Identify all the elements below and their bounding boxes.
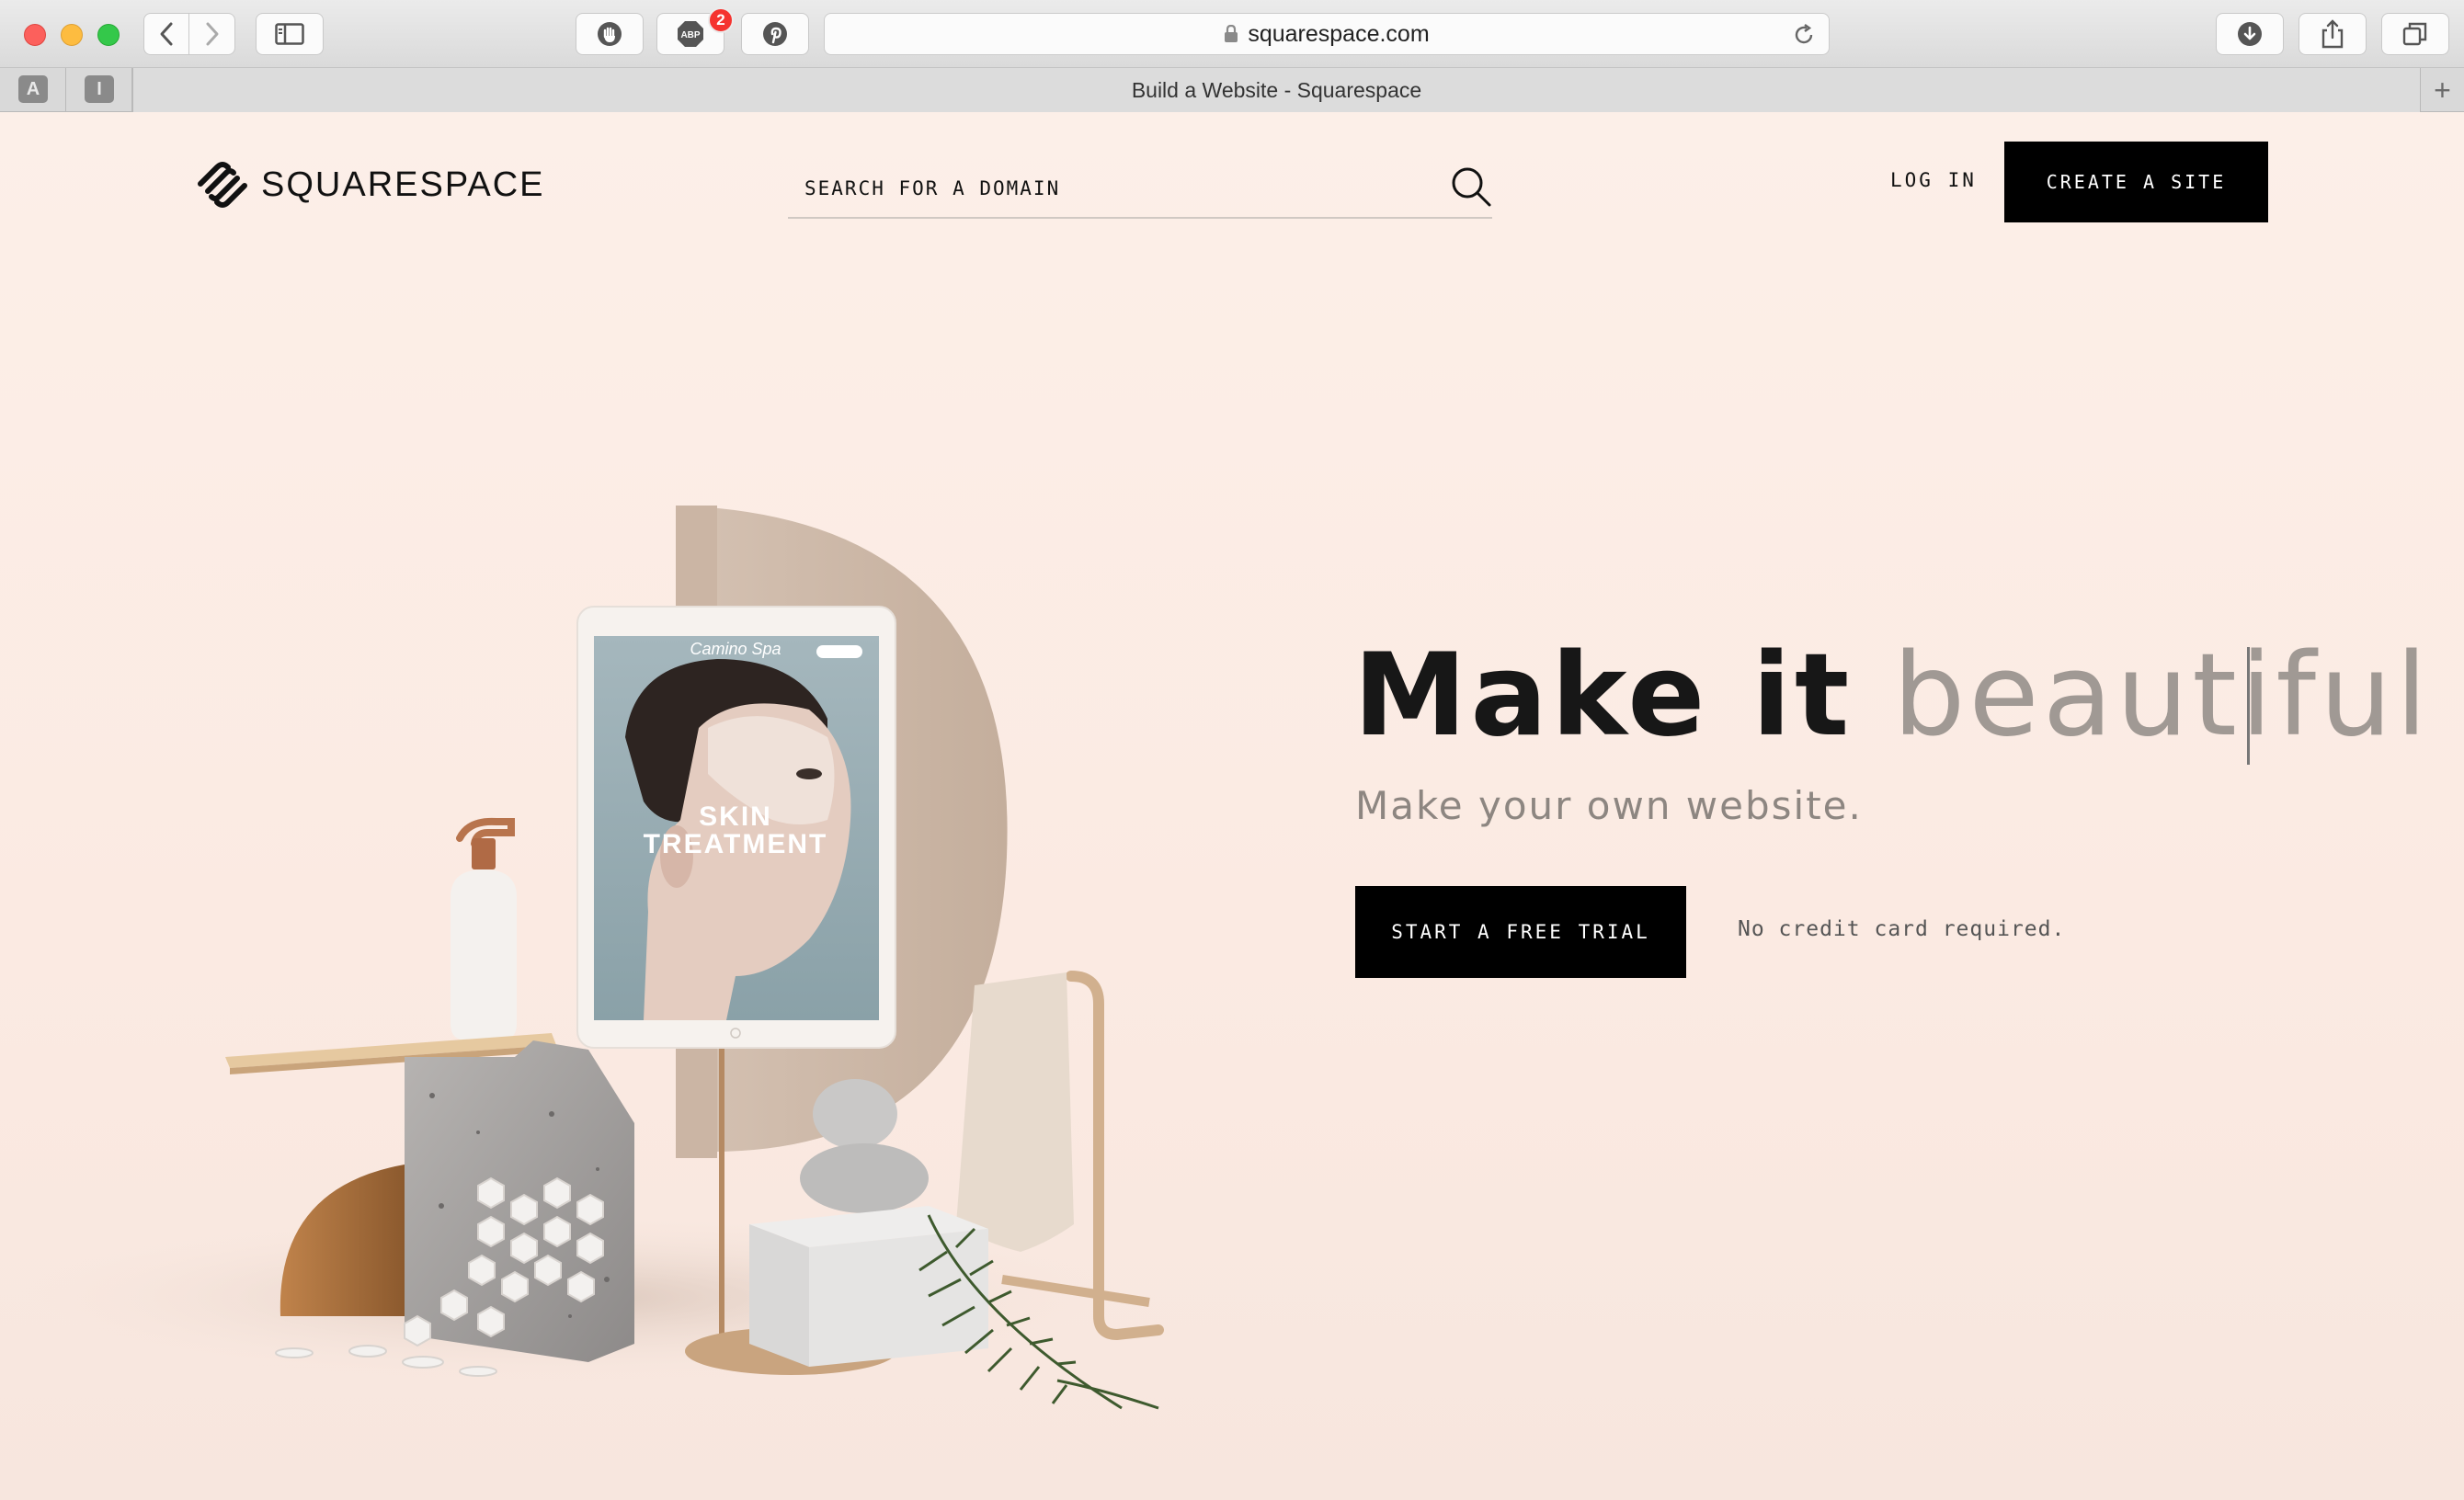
- pinned-tab-a[interactable]: A: [0, 68, 66, 112]
- sidebar-toggle-button[interactable]: [256, 13, 324, 55]
- marble-cube-side: [809, 1229, 988, 1367]
- towel: [956, 972, 1074, 1252]
- adblock-icon: ABP: [678, 21, 703, 47]
- tablet-headline-1: SKIN: [699, 801, 772, 832]
- no-credit-card-note: No credit card required.: [1738, 917, 2066, 941]
- pinned-tab-a-label: A: [18, 75, 48, 103]
- hand-extension-button[interactable]: [576, 13, 644, 55]
- url-text: squarespace.com: [1248, 20, 1430, 47]
- pinterest-icon: [763, 22, 787, 46]
- forward-button[interactable]: [189, 13, 235, 55]
- hero-subtitle: Make your own website.: [1355, 783, 1863, 828]
- domain-search: [788, 160, 1492, 219]
- login-link[interactable]: LOG IN: [1890, 169, 1977, 191]
- squarespace-logo[interactable]: SQUARESPACE: [195, 162, 544, 208]
- share-button[interactable]: [2299, 13, 2367, 55]
- new-tab-button[interactable]: +: [2420, 68, 2464, 112]
- tablet-book-button: [816, 645, 862, 658]
- squarespace-logo-icon: [198, 162, 247, 208]
- hero-title-part2: beautiful: [1892, 630, 2432, 762]
- stone-bottom: [800, 1143, 929, 1213]
- hero-title-part1: Make it: [1353, 630, 1854, 762]
- create-site-button[interactable]: CREATE A SITE: [2004, 142, 2268, 222]
- adblock-count-badge: 2: [708, 7, 734, 33]
- active-tab[interactable]: Build a Website - Squarespace: [132, 68, 2420, 112]
- back-button[interactable]: [143, 13, 189, 55]
- tablet-headline-2: TREATMENT: [644, 829, 828, 859]
- downloads-button[interactable]: [2216, 13, 2284, 55]
- bottle-neck: [472, 838, 496, 869]
- bottle-body: [451, 869, 517, 1040]
- reload-icon[interactable]: [1792, 23, 1816, 47]
- hero-illustration: Camino Spa SKIN TREATMENT: [18, 506, 1164, 1410]
- chevron-left-icon: [160, 22, 173, 46]
- sidebar-icon: [275, 23, 304, 45]
- lock-icon: [1225, 25, 1238, 42]
- wood-halfcircle: [279, 1165, 405, 1316]
- logo-text: SQUARESPACE: [261, 165, 545, 204]
- window-zoom-button[interactable]: [97, 24, 120, 46]
- web-page: SQUARESPACE LOG IN CREATE A SITE: [0, 112, 2464, 1500]
- address-bar[interactable]: squarespace.com: [824, 13, 1830, 55]
- hand-stop-icon: [598, 22, 622, 46]
- start-free-trial-button[interactable]: START A FREE TRIAL: [1355, 886, 1686, 978]
- tab-bar: A I Build a Website - Squarespace +: [0, 68, 2464, 112]
- window-close-button[interactable]: [24, 24, 46, 46]
- download-icon: [2238, 22, 2262, 46]
- pinned-tab-i[interactable]: I: [66, 68, 132, 112]
- tab-title-text: Build a Website - Squarespace: [1131, 77, 1422, 102]
- portrait-eye: [796, 768, 822, 779]
- pinned-tab-i-label: I: [85, 75, 114, 103]
- chevron-right-icon: [206, 22, 218, 46]
- pinterest-extension-button[interactable]: [741, 13, 809, 55]
- window-minimize-button[interactable]: [61, 24, 83, 46]
- domain-search-input[interactable]: [788, 177, 1492, 199]
- search-icon[interactable]: [1450, 165, 1492, 208]
- share-icon: [2321, 19, 2344, 49]
- browser-toolbar: ABP 2 squarespace.com: [0, 0, 2464, 68]
- tabs-icon: [2402, 22, 2427, 46]
- typing-caret: [2247, 647, 2250, 765]
- hero-title: Make it beautiful: [1353, 636, 2431, 756]
- tablet-brand: Camino Spa: [690, 640, 781, 658]
- abp-label: ABP: [680, 30, 700, 40]
- tabs-overview-button[interactable]: [2381, 13, 2449, 55]
- marble-cube-front: [749, 1224, 809, 1367]
- stone-top: [813, 1079, 897, 1149]
